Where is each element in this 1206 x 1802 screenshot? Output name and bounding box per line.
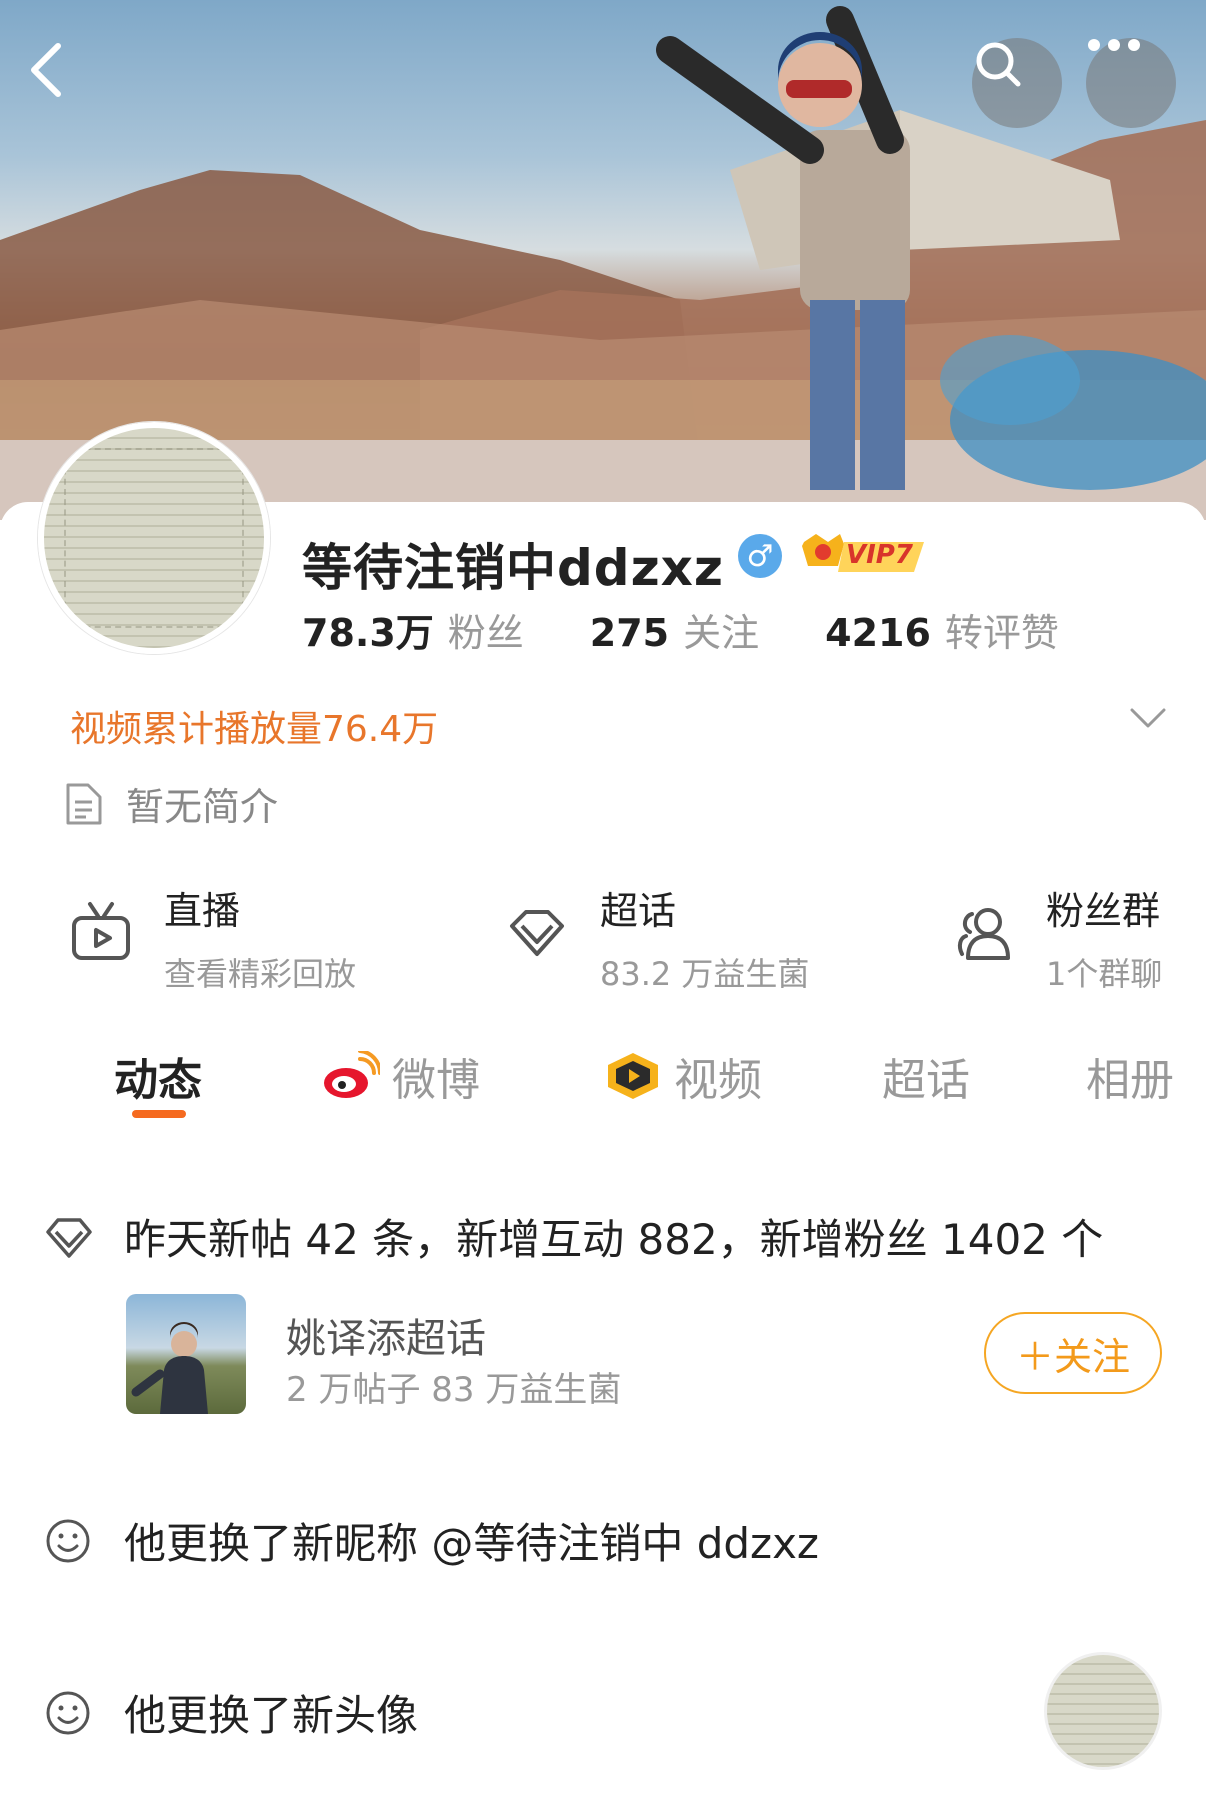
smiley-icon <box>46 1519 90 1562</box>
tab-weibo-label: 微博 <box>392 1055 480 1106</box>
back-button[interactable] <box>22 40 102 120</box>
intro-text: 暂无简介 <box>126 785 279 829</box>
shortcut-fan-group-sub: 1个群聊 <box>1046 955 1163 993</box>
supertopic-name: 姚译添超话 <box>286 1316 486 1362</box>
diamond-icon <box>510 910 564 956</box>
smiley-icon <box>46 1691 90 1734</box>
stat-following[interactable]: 275 关注 <box>590 602 759 657</box>
shortcut-supertopic-sub: 83.2 万益生菌 <box>600 955 810 993</box>
tab-feed-label: 动态 <box>114 1055 202 1106</box>
tab-bar: 动态 微博 视频 超话 相册 <box>0 1030 1206 1120</box>
stat-fans-label: 粉丝 <box>447 611 524 655</box>
shortcut-live[interactable]: 直播 查看精彩回放 <box>66 880 356 995</box>
profile-card <box>0 502 1206 1802</box>
supertopic-thumbnail <box>126 1294 246 1414</box>
avatar[interactable] <box>38 422 270 654</box>
avatar-change-item[interactable]: 他更换了新头像 <box>44 1682 418 1743</box>
nickname: 等待注销中ddzxz <box>302 539 725 597</box>
avatar-change-text: 他更换了新头像 <box>124 1691 419 1740</box>
shortcut-fan-group[interactable]: 粉丝群 1个群聊 <box>948 880 1162 995</box>
follow-button[interactable]: ＋关注 <box>984 1312 1162 1394</box>
shortcut-live-title: 直播 <box>164 889 241 933</box>
more-button[interactable] <box>1086 38 1176 128</box>
tab-weibo[interactable]: 微博 <box>322 1044 480 1108</box>
video-play-count: 视频累计播放量76.4万 <box>70 709 439 750</box>
chevron-down-icon[interactable] <box>1128 706 1168 730</box>
shortcut-supertopic[interactable]: 超话 83.2 万益生菌 <box>502 880 809 995</box>
supertopic-meta: 2 万帖子 83 万益生菌 <box>286 1370 622 1410</box>
shortcut-live-sub: 查看精彩回放 <box>164 955 357 993</box>
video-play-icon <box>608 1053 658 1099</box>
more-dots-icon <box>1088 39 1140 51</box>
gender-male-icon: ♂ <box>738 534 782 578</box>
new-avatar-thumbnail[interactable] <box>1044 1652 1162 1770</box>
weibo-logo-icon <box>324 1051 380 1098</box>
tv-icon <box>72 902 130 960</box>
stat-fans[interactable]: 78.3万 粉丝 <box>302 602 524 657</box>
tab-supertopic-label: 超话 <box>882 1055 970 1106</box>
chevron-left-icon <box>31 43 61 97</box>
tab-video[interactable]: 视频 <box>604 1044 762 1108</box>
tab-active-indicator <box>132 1110 186 1118</box>
group-icon <box>957 908 1010 960</box>
diamond-icon <box>46 1217 92 1258</box>
shortcut-row: 直播 查看精彩回放 超话 83.2 万益生菌 粉丝群 1个群聊 <box>0 880 1206 993</box>
tab-album[interactable]: 相册 <box>1086 1044 1174 1108</box>
supertopic-summary[interactable]: 昨天新帖 42 条，新增互动 882，新增粉丝 1402 个 <box>44 1206 1103 1267</box>
document-icon <box>66 783 102 824</box>
search-icon <box>976 42 1021 87</box>
shortcut-fan-group-title: 粉丝群 <box>1046 889 1161 933</box>
search-button[interactable] <box>972 38 1062 128</box>
stat-following-count: 275 <box>589 611 670 655</box>
person-photo <box>131 1322 208 1414</box>
intro-row[interactable]: 暂无简介 <box>62 776 278 831</box>
supertopic-card[interactable]: 姚译添超话 2 万帖子 83 万益生菌 ＋关注 <box>126 1294 1166 1416</box>
supertopic-summary-text: 昨天新帖 42 条，新增互动 882，新增粉丝 1402 个 <box>124 1215 1104 1264</box>
nickname-change-text: 他更换了新昵称 @等待注销中 ddzxz <box>124 1519 819 1568</box>
stat-interactions-label: 转评赞 <box>944 611 1059 655</box>
tab-supertopic[interactable]: 超话 <box>882 1044 970 1108</box>
stat-fans-count: 78.3万 <box>302 611 434 655</box>
vip-badge-label: VIP7 <box>846 540 913 570</box>
tab-album-label: 相册 <box>1086 1055 1174 1106</box>
stat-interactions[interactable]: 4216 转评赞 <box>825 602 1059 657</box>
nickname-change-item[interactable]: 他更换了新昵称 @等待注销中 ddzxz <box>44 1510 819 1571</box>
stat-following-label: 关注 <box>683 611 760 655</box>
tab-feed[interactable]: 动态 <box>114 1044 202 1108</box>
stats-row: 78.3万 粉丝 275 关注 4216 转评赞 <box>302 602 1125 657</box>
stat-interactions-count: 4216 <box>825 611 931 655</box>
tab-video-label: 视频 <box>674 1055 762 1106</box>
shortcut-supertopic-title: 超话 <box>600 889 677 933</box>
